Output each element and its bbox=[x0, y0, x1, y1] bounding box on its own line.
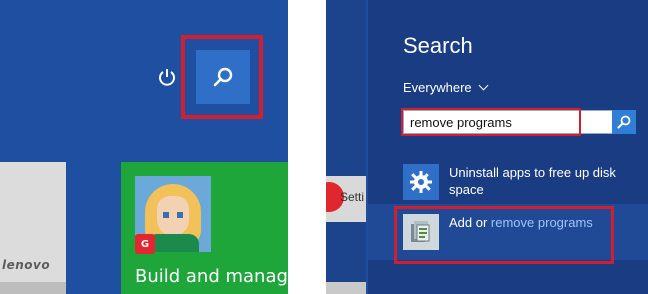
result-label: Uninstall apps to free up disk space bbox=[449, 165, 616, 197]
start-screen-background bbox=[326, 0, 366, 294]
start-screen: lenovo G Build and manage bbox=[0, 0, 288, 294]
search-scope-dropdown[interactable]: Everywhere bbox=[403, 80, 489, 95]
settings-tile[interactable]: Setti bbox=[326, 176, 366, 222]
settings-tile-label: Setti bbox=[340, 190, 365, 204]
search-scope-label: Everywhere bbox=[403, 80, 472, 95]
game-publisher-logo: G bbox=[135, 234, 155, 254]
game-tile-title: Build and manage bbox=[135, 266, 288, 287]
gear-icon bbox=[410, 171, 432, 193]
search-result-uninstall-apps[interactable]: Uninstall apps to free up disk space bbox=[403, 164, 629, 204]
result-highlight-box bbox=[394, 206, 614, 264]
lower-app-tile[interactable] bbox=[0, 282, 66, 294]
lenovo-app-tile[interactable]: lenovo bbox=[0, 162, 66, 284]
search-submit-button[interactable] bbox=[612, 110, 636, 134]
power-button[interactable] bbox=[154, 64, 180, 90]
power-icon bbox=[159, 69, 175, 86]
search-icon bbox=[617, 115, 631, 129]
background-tile-strip bbox=[326, 282, 366, 294]
search-input-highlight-box bbox=[401, 108, 581, 136]
result-icon-tile bbox=[403, 164, 439, 200]
lenovo-brand-text: lenovo bbox=[2, 258, 51, 272]
game-app-tile[interactable]: G Build and manage bbox=[121, 162, 288, 294]
search-charm-screen: Setti Search Everywhere remove programs … bbox=[326, 0, 648, 294]
search-pane-title: Search bbox=[403, 33, 473, 58]
chevron-down-icon bbox=[478, 80, 489, 91]
search-button-highlight-box bbox=[181, 35, 263, 119]
panel-separator bbox=[288, 0, 326, 294]
